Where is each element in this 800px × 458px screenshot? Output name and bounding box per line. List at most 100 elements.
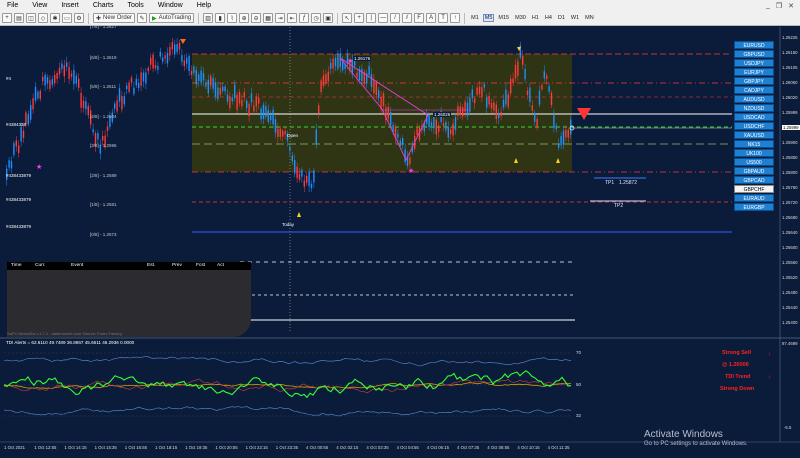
zoom-in-icon[interactable]: ⊕ — [239, 13, 250, 23]
label-icon[interactable]: T — [438, 13, 449, 23]
pair-button-nk15[interactable]: NK15 — [734, 140, 774, 148]
close-icon[interactable]: ✕ — [788, 2, 794, 10]
menu-view[interactable]: View — [25, 2, 54, 9]
candle-body — [332, 58, 334, 69]
menu-window[interactable]: Window — [151, 2, 190, 9]
vertical-line-icon[interactable]: | — [366, 13, 377, 23]
mt4-window: File View Insert Charts Tools Window Hel… — [0, 0, 800, 458]
timeframe-m5[interactable]: M5 — [482, 14, 495, 22]
zoom-out-icon[interactable]: ⊖ — [251, 13, 262, 23]
pair-button-uk100[interactable]: UK100 — [734, 149, 774, 157]
pair-button-gbpchf[interactable]: GBPCHF — [734, 185, 774, 193]
timeframe-h1[interactable]: H1 — [530, 14, 541, 22]
time-tick-label: 1 Oct 2021 — [4, 445, 26, 450]
pair-button-audusd[interactable]: AUDUSD — [734, 95, 774, 103]
pair-button-xauusd[interactable]: XAUUSD — [734, 131, 774, 139]
pair-button-eurjpy[interactable]: EURJPY — [734, 68, 774, 76]
channel-icon[interactable]: ⫽ — [402, 13, 413, 23]
menu-file[interactable]: File — [0, 2, 25, 9]
pair-button-usdjpy[interactable]: USDJPY — [734, 59, 774, 67]
timeframe-m30[interactable]: M30 — [513, 14, 528, 22]
candle-body — [514, 64, 517, 79]
autotrading-button[interactable]: ▶ AutoTrading — [149, 13, 195, 23]
indicator-title: TDI Alerts = 62.6110 49.7489 36.8867 45.… — [6, 340, 135, 345]
timeframe-w1[interactable]: W1 — [569, 14, 581, 22]
market-watch-icon[interactable]: ◫ — [26, 13, 36, 23]
tp1-label: TP1 — [605, 180, 615, 186]
new-chart-icon[interactable]: + — [2, 13, 12, 23]
terminal-icon[interactable]: ▭ — [62, 13, 72, 23]
tdi-axis-max: 87.4699 — [782, 341, 798, 346]
templates-icon[interactable]: ▣ — [323, 13, 334, 23]
candle-body — [174, 44, 176, 55]
candlestick-icon[interactable]: ▮ — [215, 13, 226, 23]
timeframe-h4[interactable]: H4 — [543, 14, 554, 22]
fibonacci-icon[interactable]: F — [414, 13, 425, 23]
bar-chart-icon[interactable]: ▥ — [203, 13, 214, 23]
tdi-level-50: 50 — [576, 382, 582, 387]
tp1-price: 1.25872 — [619, 180, 638, 186]
pair-button-us500[interactable]: US500 — [734, 158, 774, 166]
menu-tools[interactable]: Tools — [120, 2, 150, 9]
price-chart[interactable]: ★ ★ ★ [7/8] - 1.2627 [6/8] - 1.2619 [5/8… — [0, 24, 800, 458]
pair-button-gbpjpy[interactable]: GBPJPY — [734, 77, 774, 85]
horizontal-line-icon[interactable]: — — [378, 13, 389, 23]
candle-body — [282, 130, 284, 137]
new-order-button[interactable]: ✚ New Order — [93, 13, 136, 23]
left-code-label: #4 — [6, 76, 12, 81]
pair-button-gbpaud[interactable]: GBPAUD — [734, 167, 774, 175]
tile-icon[interactable]: ▦ — [263, 13, 274, 23]
candle-body — [517, 61, 519, 76]
minimize-icon[interactable]: _ — [766, 2, 770, 10]
timeframe-mn[interactable]: MN — [583, 14, 596, 22]
pair-button-euraud[interactable]: EURAUD — [734, 194, 774, 202]
timeframe-d1[interactable]: D1 — [556, 14, 567, 22]
pair-button-gbpusd[interactable]: GBPUSD — [734, 50, 774, 58]
menu-charts[interactable]: Charts — [86, 2, 121, 9]
candle-body — [133, 87, 135, 95]
price-tick-label: 1.26020 — [782, 95, 798, 100]
pair-button-gbpcad[interactable]: GBPCAD — [734, 176, 774, 184]
news-panel — [7, 264, 251, 337]
arrows-icon[interactable]: ↑ — [450, 13, 461, 23]
timeframe-m15[interactable]: M15 — [496, 14, 511, 22]
menu-insert[interactable]: Insert — [54, 2, 86, 9]
crosshair-icon[interactable]: + — [354, 13, 365, 23]
chart-shift-icon[interactable]: ⇤ — [287, 13, 298, 23]
line-chart-icon[interactable]: ⌇ — [227, 13, 238, 23]
pair-button-nzdusd[interactable]: NZDUSD — [734, 104, 774, 112]
candle-body — [368, 65, 370, 76]
candle-body — [18, 145, 20, 154]
pair-button-eurusd[interactable]: EURUSD — [734, 41, 774, 49]
candle-body — [397, 133, 399, 138]
candle-body — [524, 68, 526, 80]
data-window-icon[interactable]: ◇ — [38, 13, 48, 23]
metaeditor-icon[interactable]: ✎ — [137, 13, 148, 23]
pair-button-usdchf[interactable]: USDCHF — [734, 122, 774, 130]
price-tick-label: 1.25400 — [782, 320, 798, 325]
chart-canvas: ★ ★ ★ — [0, 27, 800, 458]
news-header: Time Curr. Event Est. Prev Fcst Act — [7, 262, 251, 270]
navigator-icon[interactable]: ✱ — [50, 13, 60, 23]
text-icon[interactable]: A — [426, 13, 437, 23]
candle-body — [334, 57, 337, 67]
pair-button-usdcad[interactable]: USDCAD — [734, 113, 774, 121]
cursor-icon[interactable]: ↖ — [342, 13, 353, 23]
menu-help[interactable]: Help — [190, 2, 218, 9]
indicators-icon[interactable]: ƒ — [299, 13, 310, 23]
restore-icon[interactable]: ❐ — [776, 2, 782, 10]
timeframe-m1[interactable]: M1 — [469, 14, 481, 22]
autoscroll-icon[interactable]: ⇥ — [275, 13, 286, 23]
candle-body — [214, 82, 217, 97]
pair-button-cadjpy[interactable]: CADJPY — [734, 86, 774, 94]
periods-icon[interactable]: ◷ — [311, 13, 322, 23]
tester-icon[interactable]: ⚙ — [74, 13, 84, 23]
fib-label-high: 1.26176 — [353, 56, 372, 61]
candle-body — [226, 94, 229, 102]
candle-body — [200, 70, 202, 83]
candle-body — [387, 106, 389, 119]
pair-button-eurgbp[interactable]: EURGBP — [734, 203, 774, 211]
profiles-icon[interactable]: ▤ — [14, 13, 24, 23]
candle-body — [207, 79, 209, 94]
trendline-icon[interactable]: / — [390, 13, 401, 23]
